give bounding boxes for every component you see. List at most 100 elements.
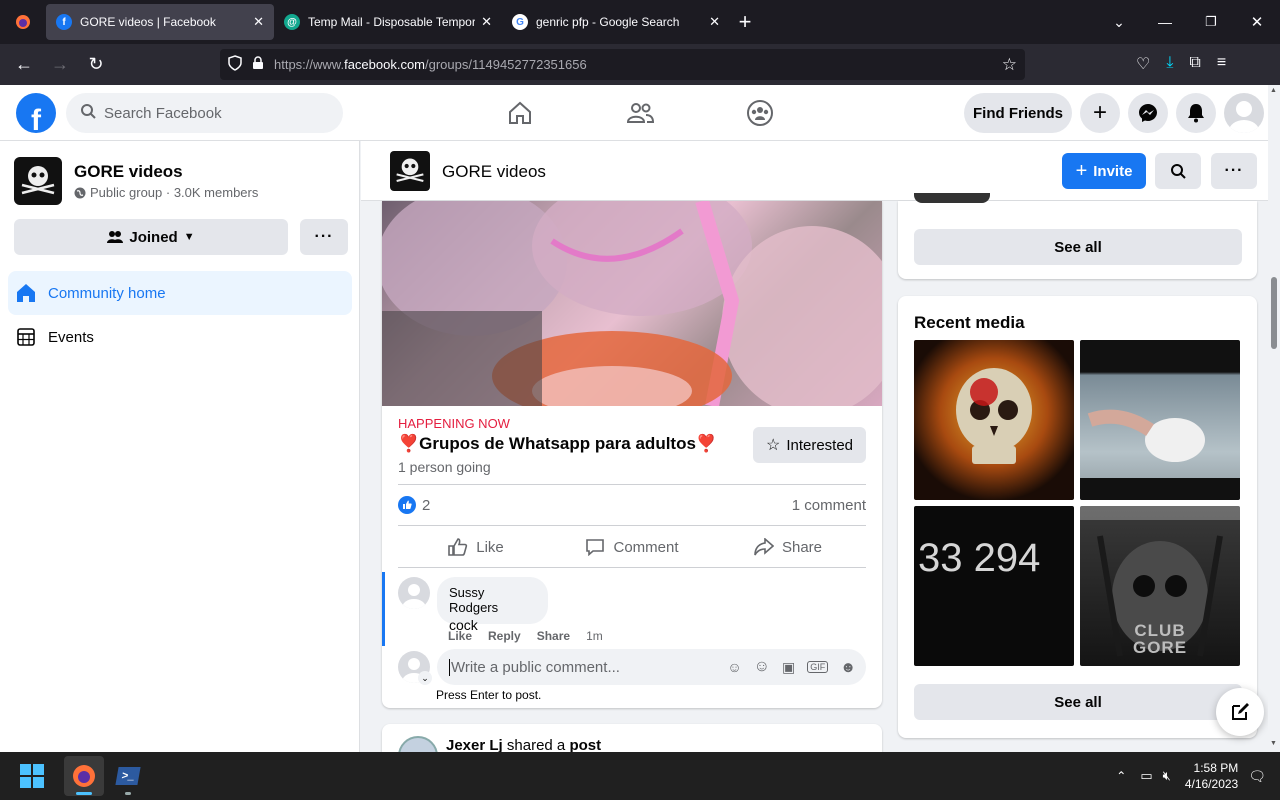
comment-count[interactable]: 1 comment <box>792 497 866 514</box>
account-avatar[interactable] <box>1224 93 1264 133</box>
shield-icon[interactable] <box>228 55 242 74</box>
home-icon <box>17 284 35 302</box>
powershell-taskbar-icon[interactable]: >_ <box>108 756 148 796</box>
network-icon[interactable]: ▭ <box>1140 768 1152 784</box>
comment-reply-link[interactable]: Reply <box>488 629 521 643</box>
sticker-icon[interactable]: ☻ <box>840 659 856 676</box>
bookmark-star-icon[interactable]: ☆ <box>1002 55 1017 75</box>
sidebar-item-events[interactable]: Events <box>8 315 352 359</box>
restore-icon[interactable]: ❐ <box>1188 14 1234 30</box>
media-scene-thumbnail[interactable] <box>1080 340 1240 500</box>
emoji-icon[interactable]: ☺ <box>754 658 770 676</box>
joined-button[interactable]: Joined ▼ <box>14 219 288 255</box>
notifications-button[interactable] <box>1176 93 1216 133</box>
firefox-menu-icon[interactable] <box>0 14 46 30</box>
more-dots-icon: ··· <box>314 228 334 245</box>
page-scrollbar[interactable]: ▲ ▼ <box>1268 85 1280 752</box>
tab-tempmail[interactable]: @ Temp Mail - Disposable Tempor ✕ <box>274 4 502 40</box>
invite-button[interactable]: + Invite <box>1062 153 1146 189</box>
app-menu-icon[interactable]: ≡ <box>1217 54 1226 74</box>
scroll-up-arrow-icon[interactable]: ▲ <box>1270 87 1277 94</box>
downloads-icon[interactable]: ⤓ <box>1166 54 1173 74</box>
close-window-icon[interactable]: ✕ <box>1234 13 1280 31</box>
group-options-button[interactable]: ··· <box>1211 153 1257 189</box>
create-button[interactable]: + <box>1080 93 1120 133</box>
like-button[interactable]: Like <box>398 529 554 565</box>
home-nav-icon[interactable] <box>506 99 534 132</box>
url-domain: facebook.com <box>344 57 426 72</box>
close-tab-icon[interactable]: ✕ <box>253 14 264 30</box>
url-bar[interactable]: https://www. facebook.com/groups/11494527… <box>220 49 1025 80</box>
facebook-logo[interactable]: f <box>16 93 56 133</box>
like-reaction-icon <box>398 496 416 514</box>
new-message-button[interactable] <box>1216 688 1264 736</box>
interested-button[interactable]: ☆ Interested <box>753 427 866 463</box>
close-tab-icon[interactable]: ✕ <box>481 14 492 30</box>
tab-facebook[interactable]: f GORE videos | Facebook ✕ <box>46 4 274 40</box>
see-all-media-button[interactable]: See all <box>914 684 1242 720</box>
see-all-button[interactable]: See all <box>914 229 1242 265</box>
list-tabs-icon[interactable]: ⌄ <box>1096 14 1142 31</box>
commenter-avatar[interactable] <box>398 577 430 609</box>
back-icon[interactable]: ← <box>6 54 42 75</box>
media-club-gore-thumbnail[interactable]: CLUB GORE <box>1080 506 1240 666</box>
facebook-header: f Search Facebook Find Friends + <box>0 85 1268 141</box>
firefox-taskbar-icon[interactable] <box>64 756 104 796</box>
event-going-count: 1 person going <box>398 459 491 475</box>
sidebar-item-label: Community home <box>48 284 166 302</box>
comment-button[interactable]: Comment <box>554 529 710 565</box>
extensions-icon[interactable]: ⧉ <box>1189 54 1200 74</box>
find-friends-button[interactable]: Find Friends <box>964 93 1072 133</box>
avatar-sticker-icon[interactable]: ☺ <box>727 659 741 675</box>
volume-muted-icon[interactable]: 🔇︎ <box>1163 768 1171 784</box>
comment-input-placeholder: Write a public comment... <box>449 658 727 676</box>
like-label: Like <box>476 538 504 556</box>
group-header-name[interactable]: GORE videos <box>442 162 546 182</box>
group-avatar[interactable] <box>14 157 62 205</box>
reload-icon[interactable]: ↻ <box>78 54 114 75</box>
post-actions: Like Comment Share <box>398 529 866 565</box>
media-skull-thumbnail[interactable] <box>914 340 1074 500</box>
group-name[interactable]: GORE videos <box>74 162 183 182</box>
groups-nav-icon[interactable] <box>746 99 774 132</box>
forward-icon[interactable]: → <box>42 54 78 75</box>
share-button[interactable]: Share <box>710 529 866 565</box>
comment-time[interactable]: 1m <box>586 629 603 643</box>
comment-share-link[interactable]: Share <box>537 629 570 643</box>
tab-google[interactable]: G genric pfp - Google Search ✕ <box>502 4 730 40</box>
camera-icon[interactable]: ▣ <box>782 659 795 676</box>
new-tab-icon[interactable]: + <box>730 9 760 35</box>
scrollbar-thumb[interactable] <box>1271 277 1277 349</box>
avatar-chevron-icon[interactable]: ⌄ <box>418 671 432 685</box>
joined-label: Joined <box>129 228 178 246</box>
comment-input[interactable]: Write a public comment... ☺ ☺ ▣ GIF ☻ <box>437 649 866 685</box>
search-icon <box>80 103 96 123</box>
search-input[interactable]: Search Facebook <box>66 93 343 133</box>
reactions-summary[interactable]: 2 <box>398 496 430 514</box>
close-tab-icon[interactable]: ✕ <box>709 14 720 30</box>
friends-nav-icon[interactable] <box>626 99 655 132</box>
gif-icon[interactable]: GIF <box>807 661 829 673</box>
press-enter-hint: Press Enter to post. <box>436 688 542 702</box>
group-search-button[interactable] <box>1155 153 1201 189</box>
start-button-icon[interactable] <box>20 764 44 788</box>
minimize-icon[interactable]: — <box>1142 14 1188 30</box>
pocket-icon[interactable]: ♡ <box>1136 54 1150 74</box>
compose-icon <box>1232 703 1249 720</box>
group-avatar-small[interactable] <box>390 151 430 191</box>
tray-chevron-icon[interactable]: ⌃ <box>1116 769 1126 783</box>
comment-like-link[interactable]: Like <box>448 629 472 643</box>
clock[interactable]: 1:58 PM 4/16/2023 <box>1185 760 1238 792</box>
event-cover-image[interactable] <box>382 201 882 406</box>
sidebar-item-community-home[interactable]: Community home <box>8 271 352 315</box>
event-title[interactable]: ❣️Grupos de Whatsapp para adultos❣️ <box>398 434 717 454</box>
lock-icon[interactable] <box>252 56 264 73</box>
comment-author[interactable]: Sussy Rodgers <box>449 585 536 615</box>
media-counter-thumbnail[interactable]: 33 294 <box>914 506 1074 666</box>
people-icon <box>107 231 124 243</box>
group-more-button[interactable]: ··· <box>300 219 348 255</box>
reaction-count: 2 <box>422 496 431 514</box>
notification-center-icon[interactable]: 🗨︎ <box>1248 768 1266 785</box>
scroll-down-arrow-icon[interactable]: ▼ <box>1270 740 1277 747</box>
messenger-button[interactable] <box>1128 93 1168 133</box>
